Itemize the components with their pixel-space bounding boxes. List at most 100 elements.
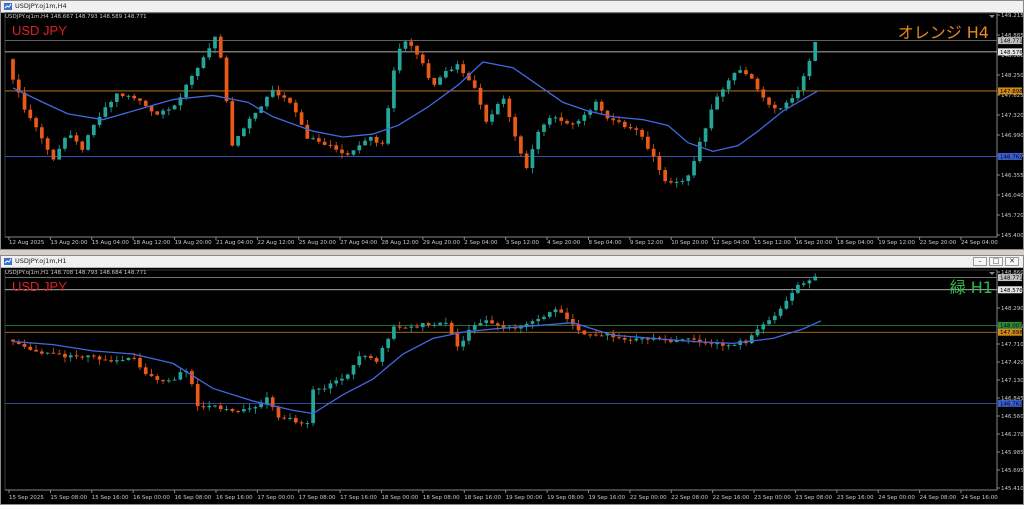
candle-body [657, 156, 662, 171]
candle-body [190, 75, 194, 85]
time-tick-label: 4 Sep 20:00 [547, 240, 581, 246]
candle-body [784, 300, 789, 309]
candle-body [247, 408, 252, 410]
time-tick-label: 18 Sep 04:00 [837, 240, 874, 246]
candle-body [715, 96, 719, 110]
time-tick-label: 16 Sep 00:00 [133, 495, 170, 501]
candle-body [640, 129, 644, 137]
price-tick-label: 147.130 [1001, 378, 1023, 384]
candle-body [553, 117, 558, 119]
price-tick-label: 145.410 [1001, 486, 1023, 492]
candle-body [34, 118, 38, 128]
candle-body [542, 316, 546, 319]
candle-body [559, 309, 564, 313]
candle-body [201, 406, 206, 408]
candle-body [178, 372, 183, 380]
candle-body [501, 98, 506, 105]
candle-body [478, 87, 483, 105]
candle-body [155, 376, 160, 380]
candle-body [328, 383, 333, 389]
candle-body [374, 136, 379, 143]
candle-body [755, 78, 760, 90]
candle-body [115, 93, 119, 102]
candle-body [726, 345, 731, 347]
candle-body [490, 320, 494, 324]
candle-body [340, 378, 344, 381]
candle-body [28, 109, 33, 119]
candle-body [132, 95, 137, 99]
candlestick-chart-h4[interactable]: 149.215148.885148.580148.250147.625147.3… [1, 1, 1023, 249]
candle-body [519, 136, 523, 154]
candle-body [288, 97, 292, 103]
candle-body [749, 335, 754, 344]
candle-body [51, 149, 56, 160]
candle-body [732, 72, 737, 81]
candle-body [242, 128, 246, 136]
candle-body [172, 379, 177, 381]
time-tick-label: 16 Sep 20:00 [795, 240, 832, 246]
candle-body [807, 280, 812, 284]
symbol-label: USD JPY [12, 23, 67, 38]
candle-body [34, 349, 38, 352]
candle-body [692, 161, 696, 176]
candle-body [236, 135, 240, 146]
time-tick-label: 24 Sep 16:00 [961, 495, 998, 501]
candle-body [409, 41, 414, 46]
candle-body [634, 338, 639, 341]
price-box-label: 146.762 [1000, 401, 1023, 407]
time-tick-label: 22 Sep 20:00 [920, 240, 957, 246]
time-tick-label: 22 Sep 08:00 [671, 495, 708, 501]
candle-body [351, 365, 356, 375]
workspace-gap [0, 250, 1024, 254]
time-tick-label: 12 Sep 04:00 [713, 240, 750, 246]
time-tick-label: 23 Sep 00:00 [754, 495, 791, 501]
candle-body [253, 112, 258, 119]
candle-body [126, 357, 131, 361]
candle-body [22, 92, 27, 110]
price-tick-label: 149.215 [1001, 13, 1023, 19]
candle-body [726, 80, 731, 90]
price-tick-label: 148.290 [1001, 306, 1023, 312]
candle-body [628, 127, 633, 129]
candle-body [357, 145, 362, 151]
candle-body [11, 59, 15, 80]
candle-body [207, 48, 212, 58]
price-tick-label: 148.250 [1001, 73, 1023, 79]
candle-body [478, 323, 483, 326]
candle-body [305, 124, 310, 139]
time-tick-label: 17 Sep 00:00 [257, 495, 294, 501]
candle-body [374, 358, 379, 362]
candle-body [28, 346, 33, 350]
candle-body [161, 110, 165, 115]
time-tick-label: 9 Sep 12:00 [630, 240, 664, 246]
candlestick-chart-h1[interactable]: 148.860148.575148.290148.005147.710147.4… [1, 256, 1023, 504]
price-box-label: 148.007 [1000, 323, 1023, 329]
symbol-label: USD JPY [12, 279, 67, 294]
time-tick-label: 29 Aug 20:00 [423, 240, 461, 246]
time-tick-label: 19 Sep 16:00 [588, 495, 625, 501]
candle-body [772, 315, 777, 321]
candle-body [132, 357, 137, 359]
candle-body [380, 142, 385, 144]
time-tick-label: 23 Sep 08:00 [795, 495, 832, 501]
candle-body [270, 89, 275, 97]
candle-body [161, 379, 165, 382]
candle-body [749, 74, 754, 79]
candle-body [772, 104, 777, 109]
candle-body [253, 407, 258, 409]
candle-body [432, 78, 437, 85]
price-box-label: 148.771 [1000, 276, 1023, 282]
price-tick-label: 145.695 [1001, 468, 1023, 474]
chart-window-h4[interactable]: USDJPY.oj1m,H4 149.215 148.885 148.580 148.… [0, 0, 1024, 250]
ohlc-info: USDJPY.oj1m,H4 148.667 148.793 148.589 1… [5, 14, 147, 20]
candle-body [68, 135, 73, 138]
time-tick-label: 17 Sep 08:00 [299, 495, 336, 501]
candle-body [207, 405, 212, 408]
chart-window-h1[interactable]: USDJPY.oj1m,H1 – □ ✕ 148.860148.575148.2… [0, 255, 1024, 505]
time-tick-label: 18 Aug 12:00 [133, 240, 171, 246]
candle-body [559, 117, 564, 121]
candle-body [594, 334, 598, 336]
candle-body [195, 67, 200, 76]
candle-body [472, 80, 477, 88]
candle-body [495, 323, 500, 326]
